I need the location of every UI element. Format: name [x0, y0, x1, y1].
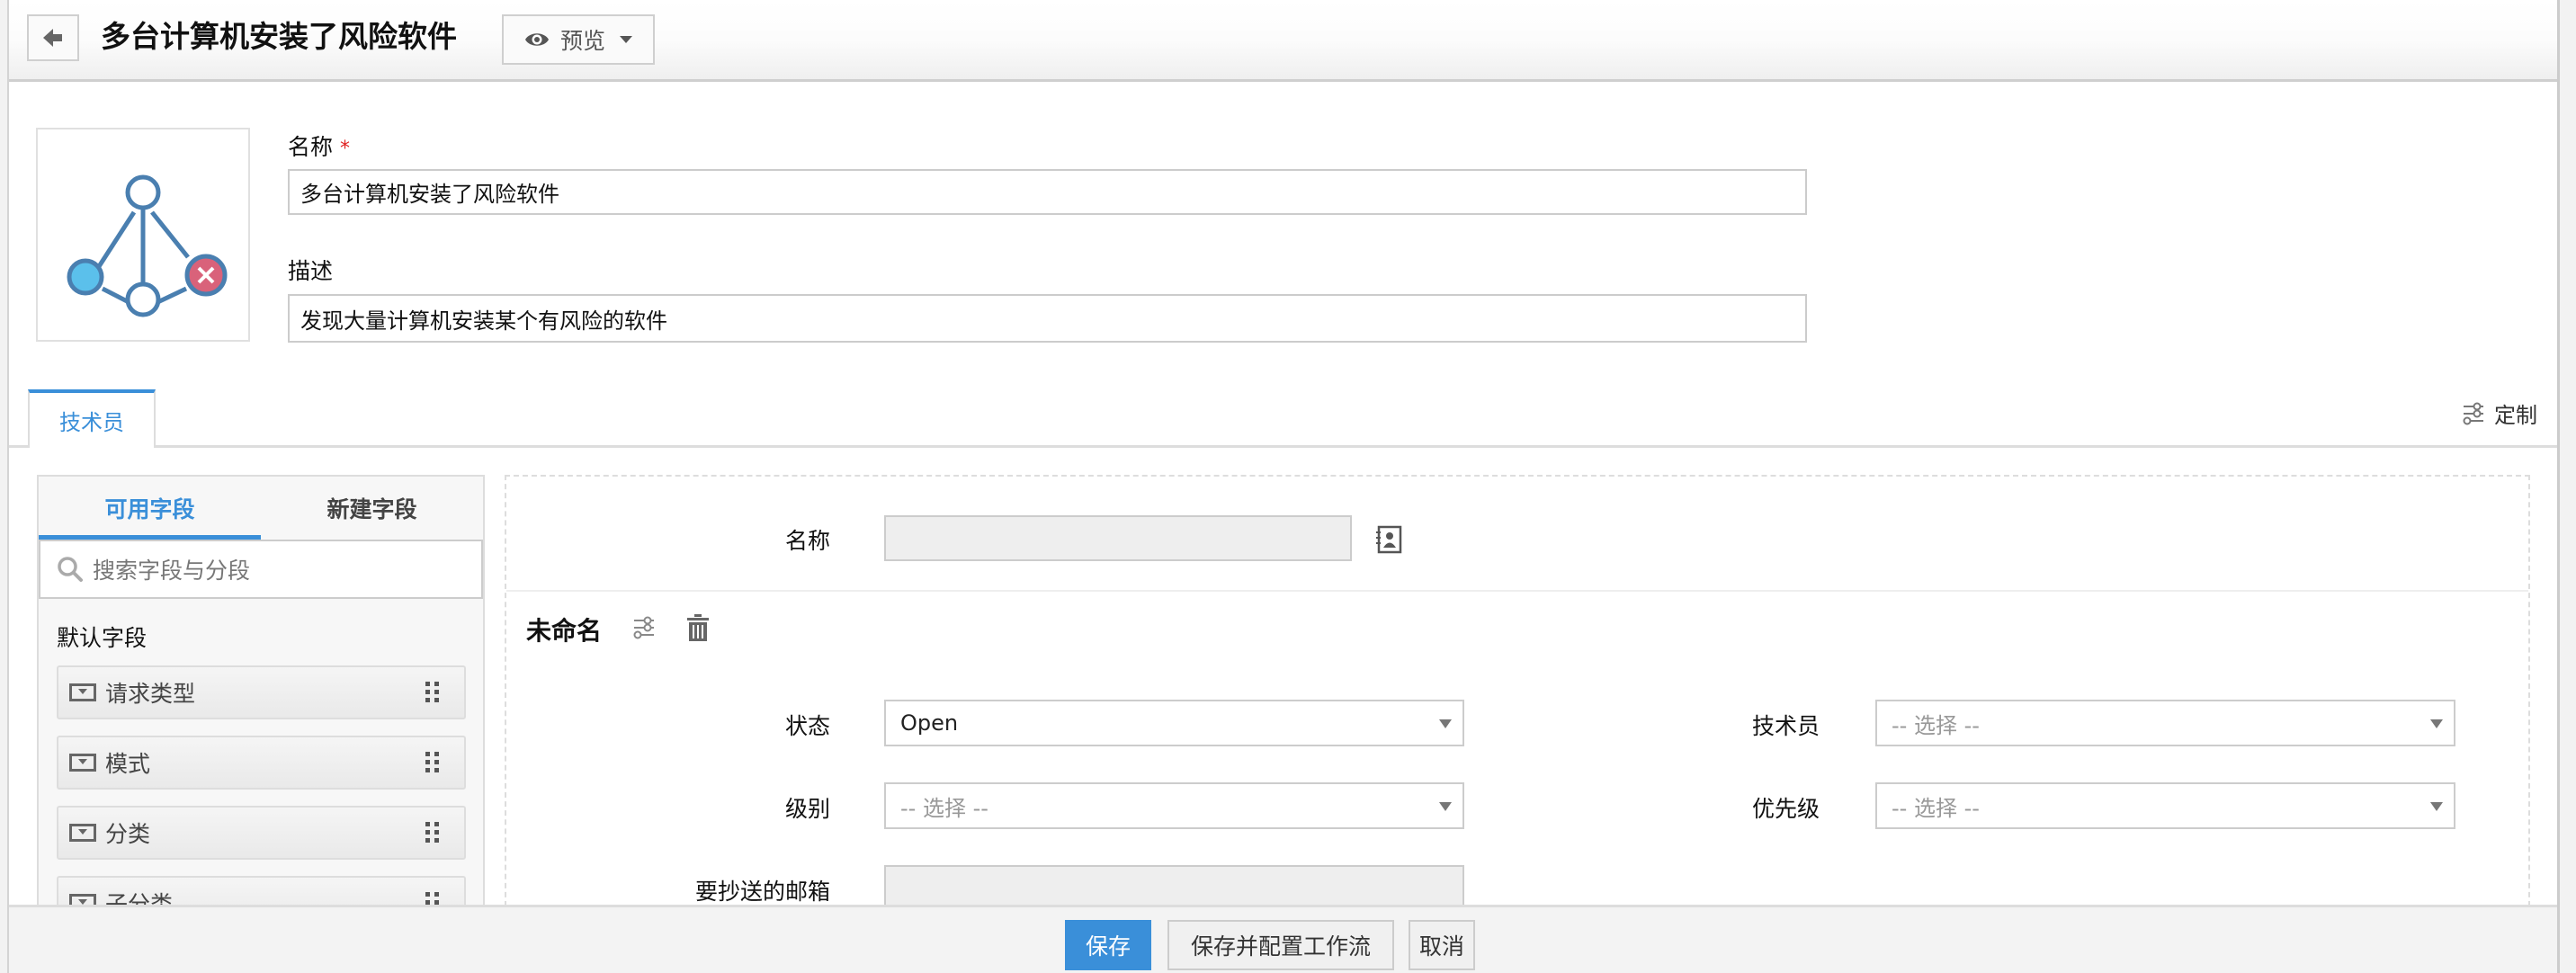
- template-icon-box[interactable]: [36, 128, 250, 342]
- field-item[interactable]: 请求类型: [57, 665, 466, 719]
- dropdown-field-icon: [69, 824, 96, 842]
- name-label-text: 名称: [288, 134, 334, 160]
- level-select[interactable]: -- 选择 --: [884, 782, 1464, 829]
- cancel-button[interactable]: 取消: [1409, 920, 1475, 970]
- field-item-label: 子分类: [105, 891, 174, 906]
- name-input[interactable]: 多台计算机安装了风险软件: [288, 169, 1807, 215]
- technician-select[interactable]: -- 选择 --: [1875, 700, 2455, 746]
- save-and-configure-workflow-button[interactable]: 保存并配置工作流: [1167, 920, 1394, 970]
- page-title: 多台计算机安装了风险软件: [101, 19, 457, 54]
- footer-action-bar: 保存 保存并配置工作流 取消: [9, 905, 2557, 973]
- field-search-input[interactable]: 搜索字段与分段: [39, 540, 483, 599]
- preview-dropdown-button[interactable]: 预览: [502, 14, 655, 65]
- chevron-down-icon: [1439, 719, 1452, 728]
- arrow-left-icon: [43, 29, 62, 47]
- default-fields-heading: 默认字段: [57, 625, 148, 651]
- technician-label: 技术员: [1751, 713, 1820, 739]
- trash-icon[interactable]: [686, 613, 710, 642]
- description-input[interactable]: 发现大量计算机安装某个有风险的软件: [288, 294, 1807, 343]
- preview-label: 预览: [559, 28, 605, 54]
- tab-technician[interactable]: 技术员: [28, 389, 156, 448]
- field-item[interactable]: 模式: [57, 736, 466, 790]
- name-label: 名称 *: [288, 129, 350, 162]
- form-layout-canvas: 名称 未命名 状态 Open 技术员 -- 选择 -- 级别 -- 选择 -- …: [505, 475, 2530, 906]
- tab-available-fields[interactable]: 可用字段: [39, 477, 261, 540]
- chevron-down-icon: [2430, 802, 2443, 811]
- technician-value: -- 选择 --: [1892, 712, 1980, 738]
- customize-label: 定制: [2494, 403, 2537, 428]
- level-value: -- 选择 --: [900, 795, 988, 821]
- status-value: Open: [900, 710, 959, 736]
- section-divider: [506, 590, 2528, 592]
- incident-template-editor: 多台计算机安装了风险软件 预览 名称 * 多台计算机安装了风险软件 描述 发现大…: [9, 0, 2560, 973]
- back-button[interactable]: [27, 14, 79, 61]
- header: 多台计算机安装了风险软件 预览: [9, 0, 2557, 82]
- search-placeholder: 搜索字段与分段: [93, 558, 251, 584]
- priority-select[interactable]: -- 选择 --: [1875, 782, 2455, 829]
- network-graph-icon: [67, 174, 228, 317]
- drag-handle-icon[interactable]: [425, 682, 439, 702]
- chevron-down-icon: [2430, 719, 2443, 728]
- dropdown-field-icon: [69, 754, 96, 772]
- dropdown-field-icon: [69, 683, 96, 701]
- customize-button[interactable]: 定制: [2462, 397, 2537, 429]
- section-title: 未命名: [526, 616, 603, 646]
- cc-email-label: 要抄送的邮箱: [694, 879, 830, 905]
- cc-email-input[interactable]: [884, 865, 1464, 906]
- drag-handle-icon[interactable]: [425, 752, 439, 772]
- field-palette-tabs: 可用字段 新建字段: [39, 477, 483, 540]
- description-label: 描述: [288, 258, 334, 284]
- field-palette: 可用字段 新建字段 搜索字段与分段 默认字段 请求类型 模式 分类 子分类: [37, 475, 485, 906]
- field-item[interactable]: 子分类: [57, 876, 466, 906]
- required-marker: *: [340, 138, 351, 160]
- tab-new-field[interactable]: 新建字段: [261, 477, 483, 540]
- level-label: 级别: [784, 796, 830, 822]
- chevron-down-icon: [1439, 802, 1452, 811]
- priority-value: -- 选择 --: [1892, 795, 1980, 821]
- priority-label: 优先级: [1751, 796, 1820, 822]
- status-label: 状态: [784, 713, 830, 739]
- tab-divider: [9, 445, 2557, 448]
- field-item-label: 模式: [105, 751, 151, 777]
- eye-icon: [524, 33, 549, 46]
- field-item-label: 请求类型: [105, 681, 196, 707]
- drag-handle-icon[interactable]: [425, 822, 439, 843]
- field-item[interactable]: 分类: [57, 806, 466, 860]
- field-item-label: 分类: [105, 821, 151, 847]
- save-button[interactable]: 保存: [1065, 920, 1151, 970]
- sliders-icon[interactable]: [632, 616, 656, 639]
- status-select[interactable]: Open: [884, 700, 1464, 746]
- contact-book-icon[interactable]: [1375, 525, 1402, 554]
- chevron-down-icon: [620, 36, 632, 43]
- left-edge-strip: [0, 0, 9, 973]
- search-icon: [58, 557, 83, 582]
- requester-name-label: 名称: [784, 528, 830, 554]
- requester-name-input[interactable]: [884, 515, 1352, 561]
- sliders-icon: [2463, 402, 2483, 424]
